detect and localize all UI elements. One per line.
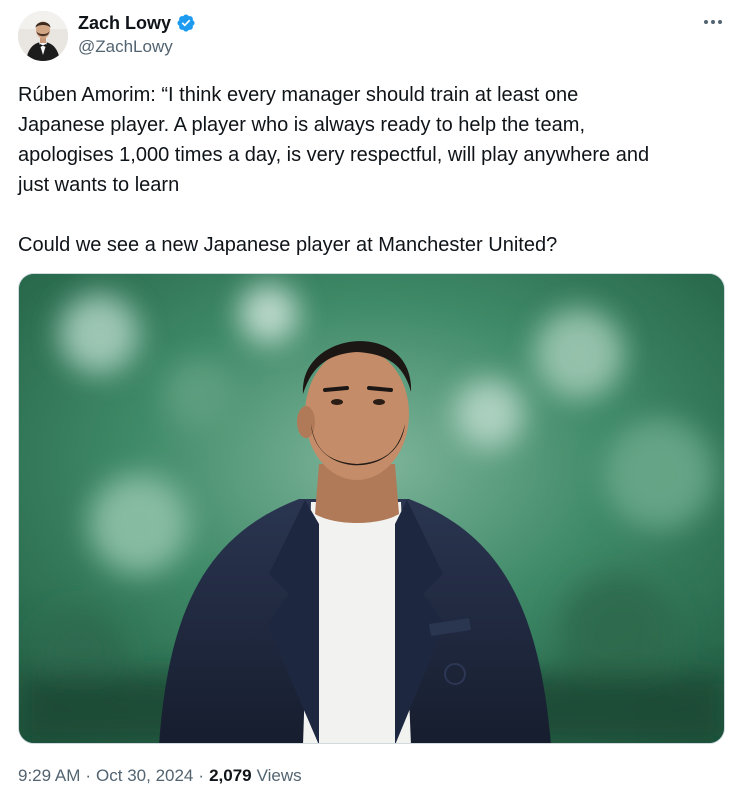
views-label: Views (256, 766, 302, 785)
meta-separator: · (198, 766, 205, 785)
more-options-button[interactable] (700, 12, 726, 32)
tweet: Zach Lowy @ZachLowy Rúben Amorim: “I thi… (0, 0, 738, 792)
tweet-meta: 9:29 AM · Oct 30, 2024 · 2,079 Views (18, 766, 302, 786)
meta-separator: · (85, 766, 92, 785)
author-avatar[interactable] (18, 11, 68, 61)
photo-man-in-blazer (19, 274, 724, 743)
author-display-name[interactable]: Zach Lowy (78, 13, 171, 34)
views-count: 2,079 (209, 766, 252, 785)
tweet-text: Rúben Amorim: “I think every manager sho… (18, 84, 650, 256)
author-name-row: Zach Lowy (78, 12, 196, 34)
tweet-photo[interactable] (18, 273, 725, 744)
verified-badge-icon[interactable] (176, 13, 196, 33)
more-horizontal-icon (704, 20, 722, 24)
author-handle[interactable]: @ZachLowy (78, 37, 173, 57)
tweet-date[interactable]: Oct 30, 2024 (96, 766, 193, 786)
avatar-man-tuxedo-icon (18, 11, 68, 61)
tweet-time[interactable]: 9:29 AM (18, 766, 80, 786)
